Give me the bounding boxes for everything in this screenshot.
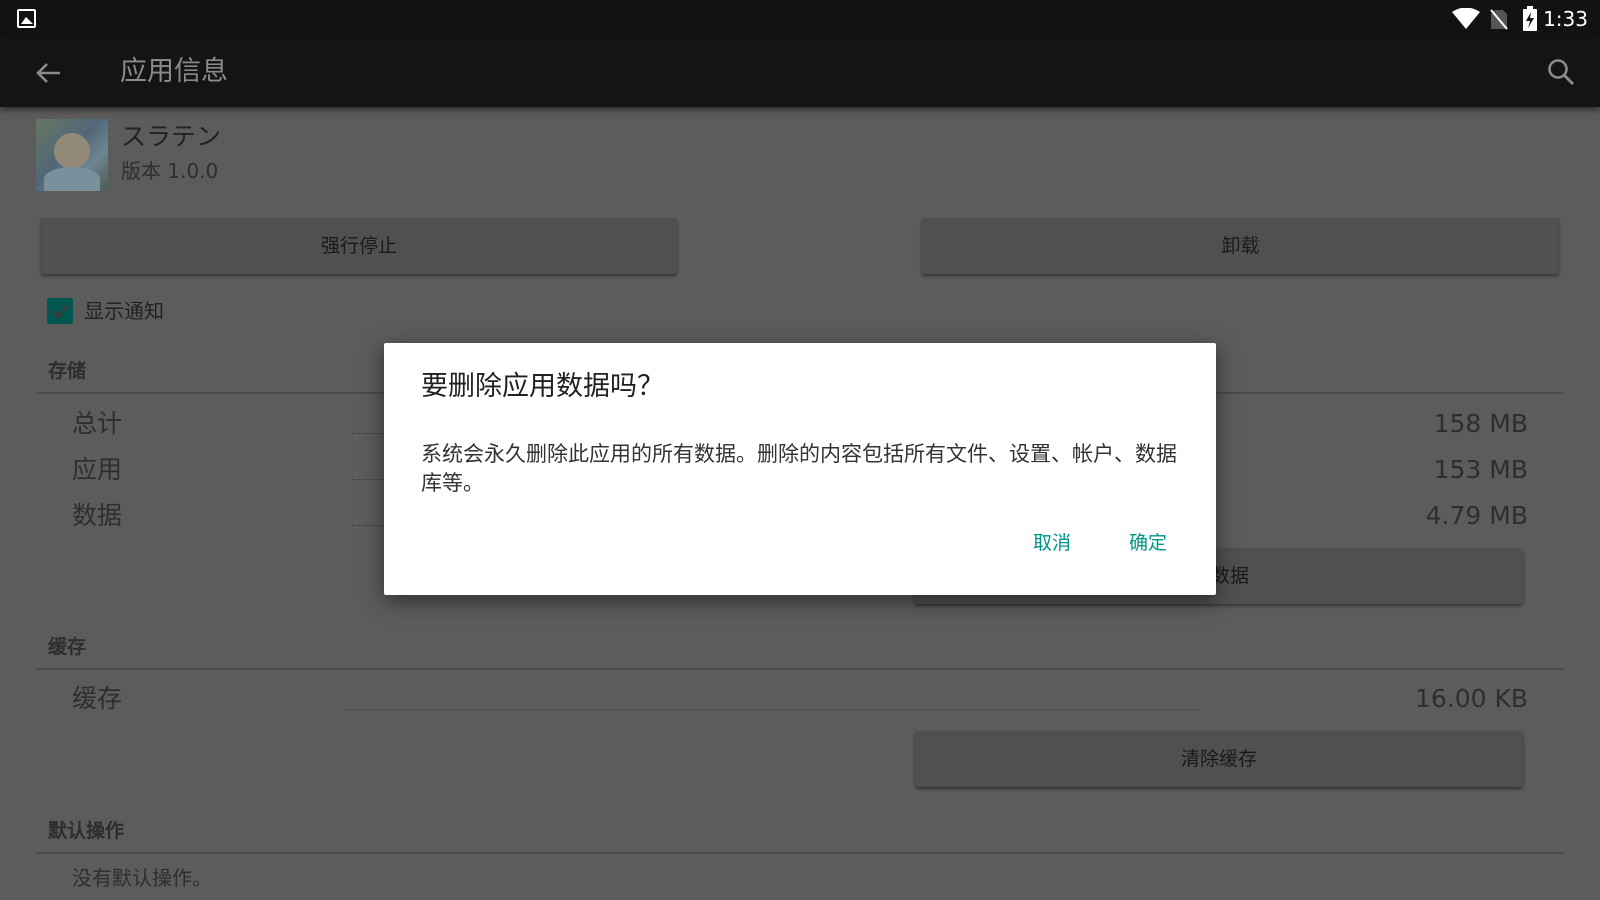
defaults-divider [36,852,1564,854]
app-name: スラテン [121,122,222,151]
check-icon [50,304,70,320]
storage-header: 存储 [48,360,87,382]
cache-row-label: 缓存 [72,684,123,713]
dialog-title: 要删除应用数据吗？ [421,371,664,402]
app-icon [36,119,108,191]
cache-row-value: 16.00 KB [1414,684,1528,713]
show-notification-checkbox[interactable] [47,298,73,324]
confirm-button[interactable]: 确定 [1129,528,1167,558]
page-title: 应用信息 [120,56,228,87]
defaults-text: 没有默认操作。 [72,866,212,890]
status-bar: 1:33 [0,0,1600,38]
show-notification-label: 显示通知 [84,299,164,323]
clear-cache-button[interactable]: 清除缓存 [915,731,1523,787]
app-bar: 应用信息 [0,38,1600,107]
gallery-icon [17,9,36,28]
storage-row-app-value: 153 MB [1433,455,1528,484]
clear-data-label: 数据 [1210,565,1249,587]
app-version: 版本 1.0.0 [121,159,219,183]
cache-header: 缓存 [48,636,87,658]
search-icon[interactable] [1546,57,1576,87]
storage-row-data-label: 数据 [72,501,123,530]
storage-row-app-label: 应用 [72,455,123,484]
defaults-header: 默认操作 [48,820,125,842]
cache-divider [36,668,1564,670]
no-sim-icon [1490,9,1508,30]
force-stop-button[interactable]: 强行停止 [41,218,677,274]
dotted-leader [346,709,1200,710]
battery-charging-icon [1523,6,1537,31]
storage-row-total-value: 158 MB [1433,409,1528,438]
clock: 1:33 [1543,7,1588,31]
dialog-message: 系统会永久删除此应用的所有数据。删除的内容包括所有文件、设置、帐户、数据库等。 [421,442,1177,495]
storage-row-data-value: 4.79 MB [1425,501,1528,530]
storage-row-total-label: 总计 [72,409,123,438]
clear-data-dialog: 要删除应用数据吗？ 系统会永久删除此应用的所有数据。删除的内容包括所有文件、设置… [384,343,1216,595]
cancel-button[interactable]: 取消 [1033,528,1071,558]
arrow-back-icon[interactable] [34,59,62,87]
wifi-icon [1452,8,1480,29]
uninstall-button[interactable]: 卸载 [922,218,1559,274]
